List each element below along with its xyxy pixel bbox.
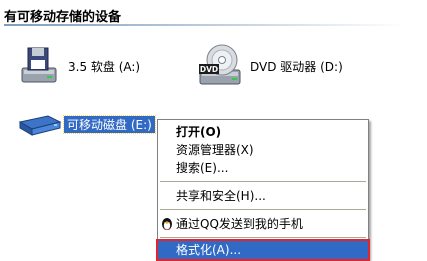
menu-separator bbox=[160, 181, 366, 182]
menu-item-open[interactable]: 打开(O) bbox=[158, 123, 368, 141]
section-divider bbox=[4, 24, 406, 26]
context-menu: 打开(O) 资源管理器(X) 搜索(E)... 共享和安全(H)... 通过QQ… bbox=[156, 119, 370, 261]
menu-item-sharing-security[interactable]: 共享和安全(H)... bbox=[158, 187, 368, 205]
menu-separator bbox=[160, 209, 366, 210]
dvd-drive-icon: DVD bbox=[196, 42, 244, 90]
menu-separator bbox=[160, 237, 366, 238]
menu-item-send-qq[interactable]: 通过QQ发送到我的手机 bbox=[158, 215, 368, 233]
floppy-drive-icon bbox=[14, 42, 62, 90]
drive-floppy[interactable]: 3.5 软盘 (A:) bbox=[14, 42, 140, 90]
menu-item-search[interactable]: 搜索(E)... bbox=[158, 159, 368, 177]
dvd-logo-text: DVD bbox=[200, 65, 218, 74]
menu-item-format[interactable]: 格式化(A)... bbox=[156, 239, 370, 261]
drive-label: DVD 驱动器 (D:) bbox=[250, 59, 343, 74]
section-title: 有可移动存储的设备 bbox=[4, 10, 122, 25]
removable-disk-icon bbox=[14, 100, 62, 148]
drive-removable[interactable]: 可移动磁盘 (E:) bbox=[14, 100, 156, 148]
drive-label-selected: 可移动磁盘 (E:) bbox=[63, 114, 156, 134]
drive-dvd[interactable]: DVD DVD 驱动器 (D:) bbox=[196, 42, 343, 90]
menu-item-explorer[interactable]: 资源管理器(X) bbox=[158, 141, 368, 159]
drive-label: 3.5 软盘 (A:) bbox=[68, 59, 141, 74]
menu-item-label: 通过QQ发送到我的手机 bbox=[176, 217, 303, 231]
qq-penguin-icon bbox=[161, 217, 173, 231]
